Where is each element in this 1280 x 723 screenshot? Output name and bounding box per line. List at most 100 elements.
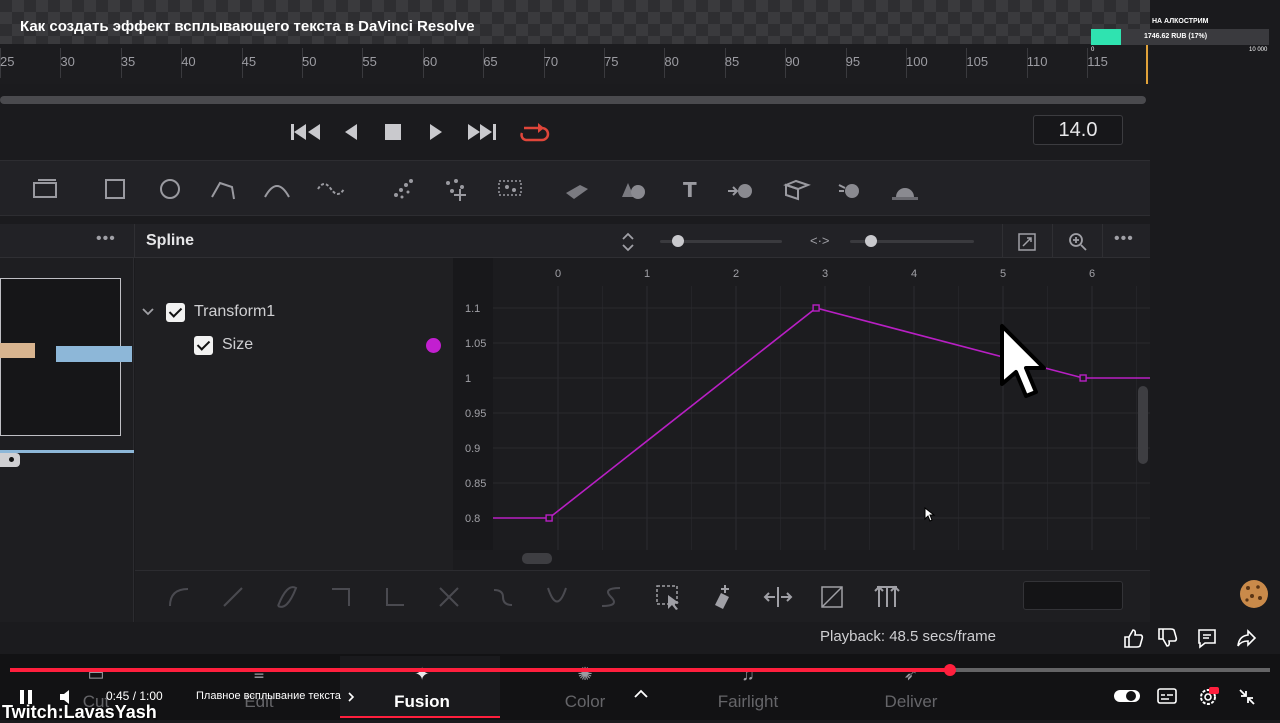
linear-icon[interactable] — [221, 585, 245, 609]
time-ruler[interactable]: 25 30 35 40 45 50 55 60 65 70 75 80 85 90 95 100 105 110 1… — [0, 44, 1150, 84]
zoom-icon[interactable] — [1068, 232, 1088, 252]
time-stretch-icon[interactable] — [763, 583, 793, 611]
bspline-mask-icon[interactable] — [262, 175, 292, 203]
panel-options-icon[interactable]: ••• — [1114, 230, 1134, 248]
ruler-tick-label: 50 — [302, 54, 317, 69]
settings-gear-icon[interactable] — [1197, 686, 1219, 708]
particle-render-icon[interactable] — [440, 175, 470, 203]
rectangle-mask-icon[interactable] — [100, 175, 130, 203]
vertical-zoom-slider-knob[interactable] — [672, 235, 684, 247]
wand-mask-icon[interactable] — [316, 175, 346, 203]
timeline-scrollbar[interactable] — [0, 96, 1146, 104]
particle-merge-icon[interactable] — [495, 175, 525, 203]
filter-icon[interactable] — [491, 585, 515, 609]
video-progress-scrubber[interactable] — [943, 664, 956, 676]
shape-3d-icon[interactable] — [618, 175, 648, 203]
play-icon[interactable] — [428, 122, 444, 142]
comments-icon[interactable] — [1196, 627, 1218, 649]
keyframe-point[interactable] — [1079, 374, 1087, 382]
donation-amount: 1746.62 RUB (17%) — [1144, 33, 1208, 40]
panel-title: Spline — [146, 232, 195, 249]
subtitles-icon[interactable] — [1157, 688, 1177, 704]
particle-emitter-icon[interactable] — [388, 175, 418, 203]
left-panel-options-icon[interactable]: ••• — [96, 230, 116, 248]
page-tab-fairlight[interactable]: Fairlight — [668, 692, 828, 712]
y-tick-label: 0.8 — [465, 513, 480, 525]
zoom-to-fit-icon[interactable] — [1017, 232, 1037, 252]
svg-text:T: T — [683, 178, 697, 202]
page-tab-fusion[interactable]: Fusion — [342, 692, 502, 712]
merge-3d-icon[interactable] — [726, 175, 756, 203]
polygon-mask-icon[interactable] — [208, 175, 238, 203]
current-frame-field[interactable]: 14.0 — [1033, 115, 1123, 145]
s-curve-icon[interactable] — [599, 585, 623, 609]
like-icon[interactable] — [1122, 627, 1144, 649]
x-tick-label: 0 — [555, 268, 561, 280]
cookie-icon[interactable] — [1238, 578, 1270, 610]
chevron-up-icon[interactable] — [633, 688, 649, 700]
ruler-tick-label: 105 — [966, 54, 989, 69]
share-icon[interactable] — [1235, 627, 1257, 649]
paint-icon[interactable] — [30, 175, 60, 203]
video-title: Как создать эффект всплывающего текста в… — [20, 18, 475, 35]
shape-box-icon[interactable] — [818, 583, 846, 611]
value-field[interactable] — [1023, 581, 1123, 610]
ruler-tick-label: 90 — [785, 54, 800, 69]
node-tile[interactable] — [56, 346, 132, 362]
ease-icon[interactable] — [545, 585, 569, 609]
renderer-3d-icon[interactable] — [890, 175, 920, 203]
small-cursor-icon — [924, 507, 936, 522]
chevron-down-icon[interactable] — [141, 306, 155, 318]
graph-vertical-scrollbar[interactable] — [1138, 386, 1148, 464]
ellipse-mask-icon[interactable] — [155, 175, 185, 203]
tree-param-label[interactable]: Size — [222, 336, 253, 354]
dislike-icon[interactable] — [1156, 627, 1178, 649]
ruler-tick-label: 115 — [1087, 54, 1108, 69]
show-key-markers-icon[interactable] — [873, 583, 901, 611]
x-tick-label: 3 — [822, 268, 828, 280]
image-plane-3d-icon[interactable] — [562, 175, 592, 203]
text-3d-icon[interactable]: T — [675, 175, 705, 203]
smooth-icon[interactable] — [167, 585, 191, 609]
playhead[interactable] — [1146, 40, 1148, 84]
ruler-tick-label: 75 — [604, 54, 619, 69]
exit-fullscreen-icon[interactable] — [1238, 688, 1256, 706]
chevron-right-icon[interactable] — [347, 691, 355, 703]
size-checkbox[interactable] — [194, 336, 213, 355]
add-point-icon[interactable] — [709, 583, 737, 611]
loop-icon[interactable] — [518, 120, 550, 144]
play-reverse-icon[interactable] — [343, 122, 359, 142]
x-tick-label: 1 — [644, 268, 650, 280]
spotlight-3d-icon[interactable] — [836, 175, 866, 203]
step-out-icon[interactable] — [383, 585, 407, 609]
go-to-start-icon[interactable] — [290, 122, 322, 142]
transform1-checkbox[interactable] — [166, 303, 185, 322]
keyframe-point[interactable] — [545, 514, 553, 522]
stop-icon[interactable] — [384, 123, 402, 141]
y-tick-label: 0.85 — [465, 478, 486, 490]
node-link — [0, 450, 134, 453]
horizontal-zoom-icon[interactable]: <·> — [810, 233, 830, 248]
spline-graph-canvas[interactable]: 0 1 2 3 4 5 6 1.1 1.05 1 0.95 0.9 0.85 0.8 — [453, 258, 1153, 550]
keyframe-point[interactable] — [812, 304, 820, 312]
spline-graph[interactable]: 0 1 2 3 4 5 6 1.1 1.05 1 0.95 0.9 0.85 0.8 — [453, 258, 1153, 550]
vertical-zoom-icon[interactable] — [620, 232, 636, 252]
go-to-end-icon[interactable] — [466, 122, 498, 142]
horizontal-zoom-slider-knob[interactable] — [865, 235, 877, 247]
tree-node-label[interactable]: Transform1 — [194, 303, 275, 321]
video-time: 0:45 / 1:00 — [106, 689, 163, 703]
mouse-cursor-icon — [1000, 324, 1046, 398]
ruler-tick-label: 60 — [422, 54, 438, 69]
chapter-title[interactable]: Плавное всплывание текста — [196, 690, 341, 702]
node-tile[interactable] — [0, 343, 35, 358]
autoplay-toggle[interactable] — [1113, 688, 1141, 704]
select-tool-icon[interactable] — [654, 583, 682, 611]
page-tab-deliver[interactable]: Deliver — [831, 692, 991, 712]
curve-color-swatch[interactable] — [426, 338, 441, 353]
donation-min: 0 — [1091, 47, 1095, 53]
camera-3d-icon[interactable] — [782, 175, 812, 203]
invert-icon[interactable] — [275, 585, 299, 609]
graph-horizontal-scrollbar[interactable] — [522, 553, 552, 564]
step-in-icon[interactable] — [329, 585, 353, 609]
reverse-icon[interactable] — [437, 585, 461, 609]
